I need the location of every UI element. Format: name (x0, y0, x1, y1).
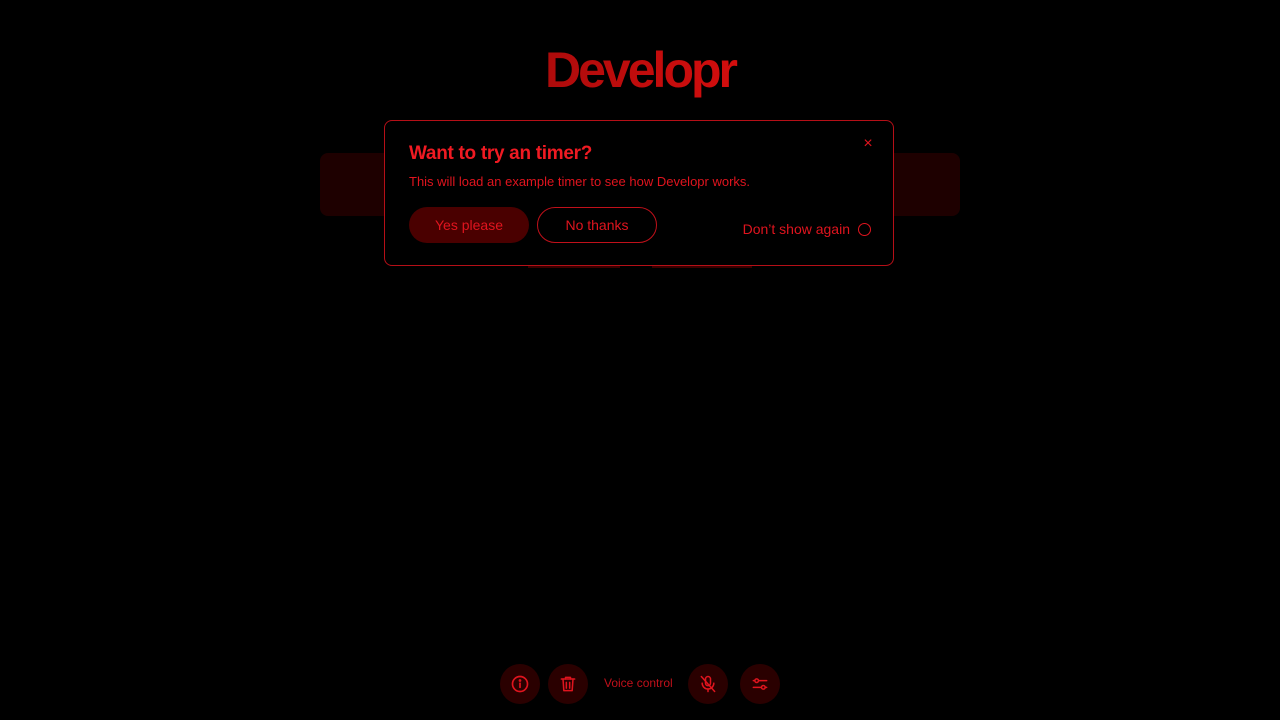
dialog-description: This will load an example timer to see h… (409, 174, 751, 189)
logo-text: Developr (545, 42, 735, 98)
settings-button[interactable] (740, 664, 780, 704)
app-root: Developr × Want to try an timer? This wi… (0, 0, 1280, 720)
voice-control-label: Voice control (604, 676, 673, 690)
voice-control-button[interactable] (688, 664, 728, 704)
background-divider-left (528, 266, 620, 268)
app-logo: Developr (0, 38, 1280, 102)
info-icon (511, 675, 529, 693)
delete-button[interactable] (548, 664, 588, 704)
sliders-icon (752, 678, 768, 690)
no-thanks-button[interactable]: No thanks (537, 207, 657, 243)
info-button[interactable] (500, 664, 540, 704)
dont-show-again-toggle[interactable]: Don’t show again (743, 221, 871, 237)
bottom-toolbar: Voice control (0, 664, 1280, 704)
yes-please-button[interactable]: Yes please (409, 207, 529, 243)
example-timer-dialog: × Want to try an timer? This will load a… (384, 120, 894, 266)
close-icon[interactable]: × (859, 135, 877, 153)
trash-icon (560, 676, 576, 692)
background-divider-right (652, 266, 752, 268)
dont-show-again-radio[interactable] (858, 222, 871, 236)
mic-off-icon (700, 675, 716, 693)
dialog-title: Want to try an timer? (409, 143, 593, 164)
dont-show-again-label: Don’t show again (742, 221, 850, 237)
